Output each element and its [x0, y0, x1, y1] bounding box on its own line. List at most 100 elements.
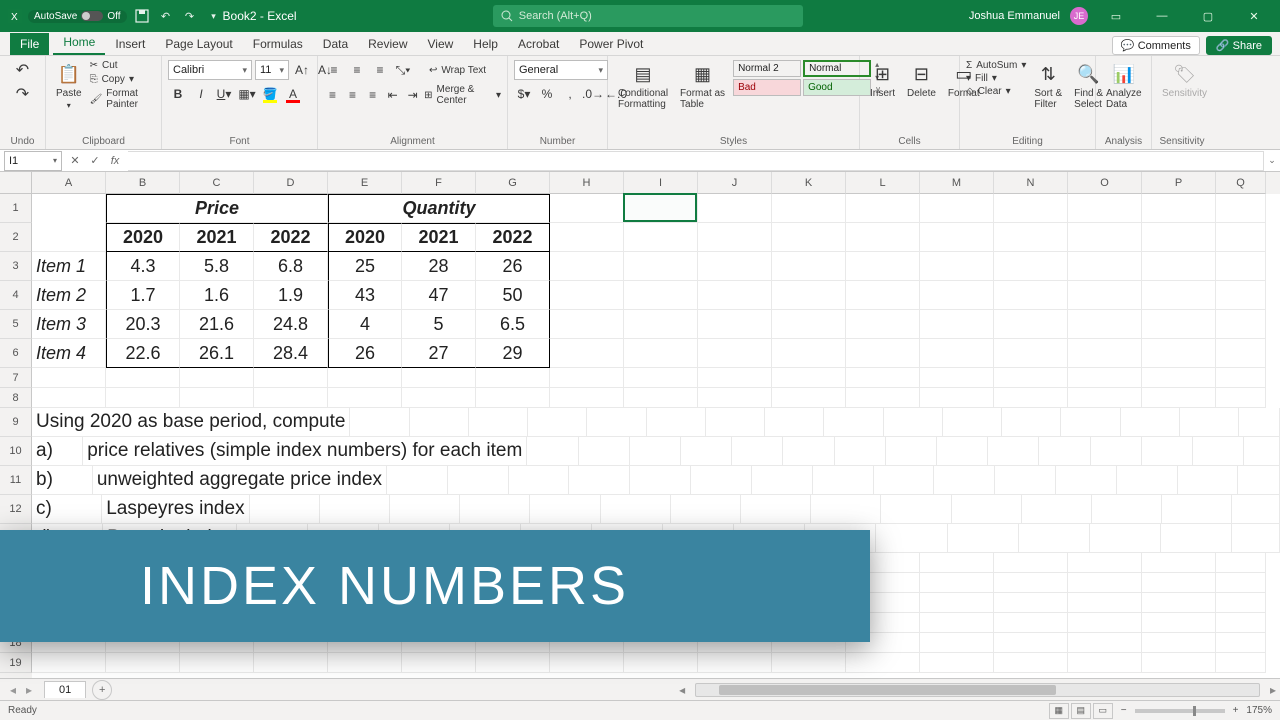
align-top-icon[interactable]: ≡: [324, 60, 344, 80]
select-all-corner[interactable]: [0, 172, 32, 194]
sensitivity-button[interactable]: 🏷Sensitivity: [1158, 60, 1211, 101]
col-header-L[interactable]: L: [846, 172, 920, 194]
tab-home[interactable]: Home: [53, 31, 105, 55]
insert-cells-button[interactable]: ⊞Insert: [866, 60, 899, 101]
view-normal-icon[interactable]: ▦: [1049, 703, 1069, 719]
sheet-prev-icon[interactable]: ◂: [6, 683, 20, 697]
conditional-formatting-button[interactable]: ▤Conditional Formatting: [614, 60, 672, 112]
redo-button[interactable]: ↷: [13, 84, 33, 104]
col-header-H[interactable]: H: [550, 172, 624, 194]
view-pagelayout-icon[interactable]: ▤: [1071, 703, 1091, 719]
col-header-E[interactable]: E: [328, 172, 402, 194]
autosave-toggle[interactable]: AutoSave Off: [28, 10, 127, 23]
col-header-A[interactable]: A: [32, 172, 106, 194]
format-as-table-button[interactable]: ▦Format as Table: [676, 60, 729, 112]
tab-insert[interactable]: Insert: [105, 33, 155, 55]
undo-icon[interactable]: ↶: [157, 7, 175, 25]
col-header-C[interactable]: C: [180, 172, 254, 194]
ribbon-options-icon[interactable]: ▭: [1098, 0, 1134, 32]
style-normal2[interactable]: Normal 2: [733, 60, 801, 77]
maximize-icon[interactable]: ▢: [1190, 0, 1226, 32]
name-box[interactable]: I1▾: [4, 151, 62, 171]
underline-button[interactable]: U▾: [214, 84, 234, 104]
align-bottom-icon[interactable]: ≡: [370, 60, 390, 80]
hscroll-left-icon[interactable]: ◂: [675, 683, 689, 697]
tab-file[interactable]: File: [10, 33, 49, 55]
tab-review[interactable]: Review: [358, 33, 417, 55]
qat-dropdown-icon[interactable]: ▾: [205, 7, 223, 25]
share-button[interactable]: 🔗 Share: [1206, 36, 1272, 55]
border-button[interactable]: ▦▾: [237, 84, 257, 104]
row-header-19[interactable]: 19: [0, 653, 32, 673]
style-bad[interactable]: Bad: [733, 79, 801, 96]
increase-font-icon[interactable]: A↑: [292, 60, 312, 80]
col-header-D[interactable]: D: [254, 172, 328, 194]
orientation-icon[interactable]: ⤡▾: [393, 60, 413, 80]
row-header-4[interactable]: 4: [0, 281, 32, 310]
tab-power-pivot[interactable]: Power Pivot: [569, 33, 653, 55]
row-header-11[interactable]: 11: [0, 466, 32, 495]
row-header-1[interactable]: 1: [0, 194, 32, 223]
col-header-N[interactable]: N: [994, 172, 1068, 194]
col-header-M[interactable]: M: [920, 172, 994, 194]
formula-expand-icon[interactable]: ⌄: [1264, 155, 1280, 166]
fx-icon[interactable]: fx: [106, 152, 124, 170]
zoom-slider[interactable]: [1135, 709, 1225, 713]
hscroll-right-icon[interactable]: ▸: [1266, 683, 1280, 697]
zoom-in-icon[interactable]: +: [1233, 705, 1239, 716]
merge-center-button[interactable]: ⊞ Merge & Center ▾: [424, 84, 501, 106]
font-name-combo[interactable]: Calibri▾: [168, 60, 252, 80]
col-header-P[interactable]: P: [1142, 172, 1216, 194]
zoom-level[interactable]: 175%: [1246, 705, 1272, 716]
paste-button[interactable]: 📋Paste▾: [52, 60, 86, 112]
sheet-tab-01[interactable]: 01: [44, 681, 86, 698]
col-header-J[interactable]: J: [698, 172, 772, 194]
tab-view[interactable]: View: [418, 33, 464, 55]
col-header-K[interactable]: K: [772, 172, 846, 194]
col-header-I[interactable]: I: [624, 172, 698, 194]
align-right-icon[interactable]: ≡: [364, 85, 381, 105]
view-pagebreak-icon[interactable]: ▭: [1093, 703, 1113, 719]
row-header-8[interactable]: 8: [0, 388, 32, 408]
wrap-text-button[interactable]: ↩ Wrap Text: [429, 65, 486, 76]
search-input[interactable]: Search (Alt+Q): [493, 5, 803, 27]
col-header-B[interactable]: B: [106, 172, 180, 194]
increase-indent-icon[interactable]: ⇥: [404, 85, 421, 105]
row-header-9[interactable]: 9: [0, 408, 32, 437]
tab-data[interactable]: Data: [313, 33, 358, 55]
font-size-combo[interactable]: 11▾: [255, 60, 289, 80]
minimize-icon[interactable]: —: [1144, 0, 1180, 32]
format-painter-button[interactable]: 🖌 Format Painter: [90, 88, 155, 110]
align-middle-icon[interactable]: ≡: [347, 60, 367, 80]
increase-decimal-icon[interactable]: .0→: [583, 84, 603, 104]
formula-bar[interactable]: [128, 151, 1264, 171]
fill-color-button[interactable]: 🪣: [260, 84, 280, 104]
delete-cells-button[interactable]: ⊟Delete: [903, 60, 940, 101]
row-header-5[interactable]: 5: [0, 310, 32, 339]
col-header-Q[interactable]: Q: [1216, 172, 1266, 194]
row-header-10[interactable]: 10: [0, 437, 32, 466]
new-sheet-icon[interactable]: +: [92, 680, 112, 700]
sort-filter-button[interactable]: ⇅Sort & Filter: [1030, 60, 1066, 112]
decrease-indent-icon[interactable]: ⇤: [384, 85, 401, 105]
row-header-3[interactable]: 3: [0, 252, 32, 281]
tab-help[interactable]: Help: [463, 33, 508, 55]
row-header-12[interactable]: 12: [0, 495, 32, 524]
row-header-6[interactable]: 6: [0, 339, 32, 368]
enter-formula-icon[interactable]: ✓: [86, 152, 104, 170]
cut-button[interactable]: ✂ Cut: [90, 60, 155, 71]
undo-button[interactable]: ↶: [13, 60, 33, 80]
autosum-button[interactable]: Σ AutoSum ▾: [966, 60, 1026, 71]
zoom-out-icon[interactable]: −: [1121, 705, 1127, 716]
col-header-O[interactable]: O: [1068, 172, 1142, 194]
font-color-button[interactable]: A: [283, 84, 303, 104]
tab-acrobat[interactable]: Acrobat: [508, 33, 569, 55]
percent-icon[interactable]: %: [537, 84, 557, 104]
save-icon[interactable]: [133, 7, 151, 25]
copy-button[interactable]: ⎘ Copy ▾: [90, 74, 155, 85]
close-icon[interactable]: ✕: [1236, 0, 1272, 32]
user-name[interactable]: Joshua Emmanuel: [969, 10, 1060, 22]
comments-button[interactable]: 💬 Comments: [1112, 36, 1200, 55]
col-header-F[interactable]: F: [402, 172, 476, 194]
bold-button[interactable]: B: [168, 84, 188, 104]
